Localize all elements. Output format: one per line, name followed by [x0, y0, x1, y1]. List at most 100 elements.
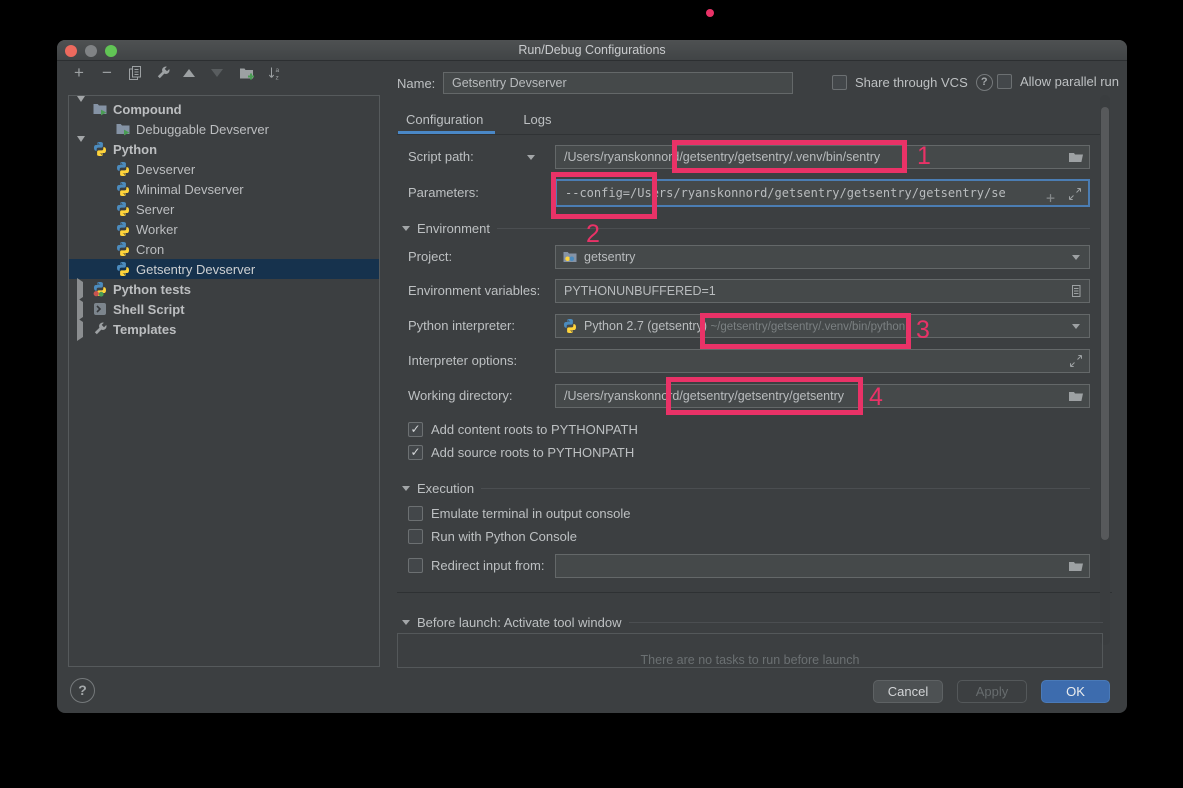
- dialog-title: Run/Debug Configurations: [57, 40, 1127, 61]
- env-vars-field[interactable]: PYTHONUNBUFFERED=1: [555, 279, 1090, 303]
- add-source-roots-checkbox[interactable]: [408, 445, 423, 460]
- compound-folder-icon: [115, 121, 131, 137]
- sort-alphabetically-icon[interactable]: [267, 65, 283, 81]
- tree-item-server[interactable]: Server: [69, 199, 379, 219]
- tree-item-minimal-devserver[interactable]: Minimal Devserver: [69, 179, 379, 199]
- edit-icon[interactable]: [155, 65, 171, 81]
- remove-icon[interactable]: −: [99, 65, 115, 81]
- environment-section-header[interactable]: Environment: [402, 221, 1090, 236]
- tree-item-python-tests[interactable]: Python tests: [69, 279, 379, 299]
- working-directory-field[interactable]: /Users/ryanskonnord/getsentry/getsentry/…: [555, 384, 1090, 408]
- chevron-down-icon[interactable]: [77, 102, 86, 117]
- python-icon: [92, 141, 108, 157]
- chevron-right-icon[interactable]: [77, 302, 86, 317]
- tab-logs[interactable]: Logs: [515, 110, 559, 135]
- interpreter-label: Python interpreter:: [408, 318, 515, 333]
- allow-parallel-option[interactable]: Allow parallel run: [997, 74, 1119, 89]
- interpreter-select[interactable]: Python 2.7 (getsentry) ~/getsentry/getse…: [555, 314, 1090, 338]
- cancel-button[interactable]: Cancel: [873, 680, 943, 703]
- parameters-field[interactable]: --config=/Users/ryanskonnord/getsentry/g…: [555, 179, 1090, 207]
- tree-item-python-group[interactable]: Python: [69, 139, 379, 159]
- copy-icon[interactable]: [127, 65, 143, 81]
- script-path-chooser-icon[interactable]: [527, 155, 535, 160]
- tree-item-debuggable-devserver[interactable]: Debuggable Devserver: [69, 119, 379, 139]
- name-input[interactable]: [443, 72, 793, 94]
- collapse-section-icon[interactable]: [402, 226, 410, 231]
- python-icon: [115, 161, 131, 177]
- add-macro-icon[interactable]: +: [1046, 186, 1062, 202]
- expand-field-icon[interactable]: [1068, 353, 1084, 369]
- working-directory-label: Working directory:: [408, 388, 513, 403]
- python-tests-icon: [92, 281, 108, 297]
- compound-folder-icon: [92, 101, 108, 117]
- redirect-input-checkbox[interactable]: [408, 558, 423, 573]
- interpreter-options-field[interactable]: [555, 349, 1090, 373]
- add-source-roots-option[interactable]: Add source roots to PYTHONPATH: [408, 445, 634, 460]
- emulate-terminal-checkbox[interactable]: [408, 506, 423, 521]
- collapse-section-icon[interactable]: [402, 620, 410, 625]
- parameters-label: Parameters:: [408, 185, 479, 200]
- dialog-titlebar: Run/Debug Configurations: [57, 40, 1127, 61]
- before-launch-task-list: There are no tasks to run before launch: [397, 633, 1103, 668]
- add-content-roots-option[interactable]: Add content roots to PYTHONPATH: [408, 422, 638, 437]
- configurations-toolbar: + −: [71, 65, 283, 81]
- scrollbar-thumb[interactable]: [1101, 107, 1109, 540]
- interpreter-path: ~/getsentry/getsentry/.venv/bin/python: [710, 321, 905, 333]
- shell-script-icon: [92, 301, 108, 317]
- add-content-roots-checkbox[interactable]: [408, 422, 423, 437]
- empty-task-message: There are no tasks to run before launch: [398, 653, 1102, 667]
- run-debug-configurations-dialog: Run/Debug Configurations + − Compound De…: [57, 40, 1127, 713]
- ok-button[interactable]: OK: [1041, 680, 1110, 703]
- tree-item-cron[interactable]: Cron: [69, 239, 379, 259]
- close-window-icon[interactable]: [65, 45, 77, 57]
- run-python-console-option[interactable]: Run with Python Console: [408, 529, 577, 544]
- project-select[interactable]: getsentry: [555, 245, 1090, 269]
- python-icon: [115, 221, 131, 237]
- project-label: Project:: [408, 249, 452, 264]
- vertical-scrollbar[interactable]: [1100, 95, 1110, 645]
- python-icon: [115, 181, 131, 197]
- browse-folder-icon[interactable]: [1068, 558, 1084, 574]
- share-vcs-option[interactable]: Share through VCS ?: [832, 74, 993, 91]
- redirect-input-option[interactable]: Redirect input from:: [408, 558, 544, 573]
- scroll-area-divider: [397, 592, 1112, 593]
- tree-item-worker[interactable]: Worker: [69, 219, 379, 239]
- allow-parallel-checkbox[interactable]: [997, 74, 1012, 89]
- script-path-field[interactable]: /Users/ryanskonnord/getsentry/getsentry/…: [555, 145, 1090, 169]
- run-python-console-checkbox[interactable]: [408, 529, 423, 544]
- share-vcs-checkbox[interactable]: [832, 75, 847, 90]
- tree-item-devserver[interactable]: Devserver: [69, 159, 379, 179]
- script-path-label: Script path:: [408, 149, 474, 164]
- move-down-icon: [211, 65, 227, 81]
- edit-list-icon[interactable]: [1068, 283, 1084, 299]
- project-icon: [562, 249, 578, 265]
- help-button[interactable]: ?: [70, 678, 95, 703]
- tree-item-compound[interactable]: Compound: [69, 99, 379, 119]
- browse-folder-icon[interactable]: [1068, 388, 1084, 404]
- zoom-window-icon[interactable]: [105, 45, 117, 57]
- browse-folder-icon[interactable]: [1068, 149, 1084, 165]
- execution-section-header[interactable]: Execution: [402, 481, 1090, 496]
- tree-item-templates[interactable]: Templates: [69, 319, 379, 339]
- interpreter-options-label: Interpreter options:: [408, 353, 517, 368]
- python-icon: [562, 318, 578, 334]
- chevron-right-icon[interactable]: [77, 322, 86, 337]
- redirect-input-field[interactable]: [555, 554, 1090, 578]
- collapse-section-icon[interactable]: [402, 486, 410, 491]
- new-folder-icon[interactable]: [239, 65, 255, 81]
- emulate-terminal-option[interactable]: Emulate terminal in output console: [408, 506, 630, 521]
- move-up-icon[interactable]: [183, 65, 199, 81]
- minimize-window-icon: [85, 45, 97, 57]
- python-icon: [115, 241, 131, 257]
- chevron-right-icon[interactable]: [77, 282, 86, 297]
- add-icon[interactable]: +: [71, 65, 87, 81]
- before-launch-section-header[interactable]: Before launch: Activate tool window: [402, 615, 1103, 630]
- help-icon[interactable]: ?: [976, 74, 993, 91]
- chevron-down-icon[interactable]: [77, 142, 86, 157]
- expand-field-icon[interactable]: [1067, 186, 1083, 202]
- annotation-dot: [706, 9, 714, 17]
- templates-wrench-icon: [92, 321, 108, 337]
- tree-item-shell-script[interactable]: Shell Script: [69, 299, 379, 319]
- tree-item-getsentry-devserver[interactable]: Getsentry Devserver: [69, 259, 379, 279]
- tab-separator: [397, 134, 1110, 135]
